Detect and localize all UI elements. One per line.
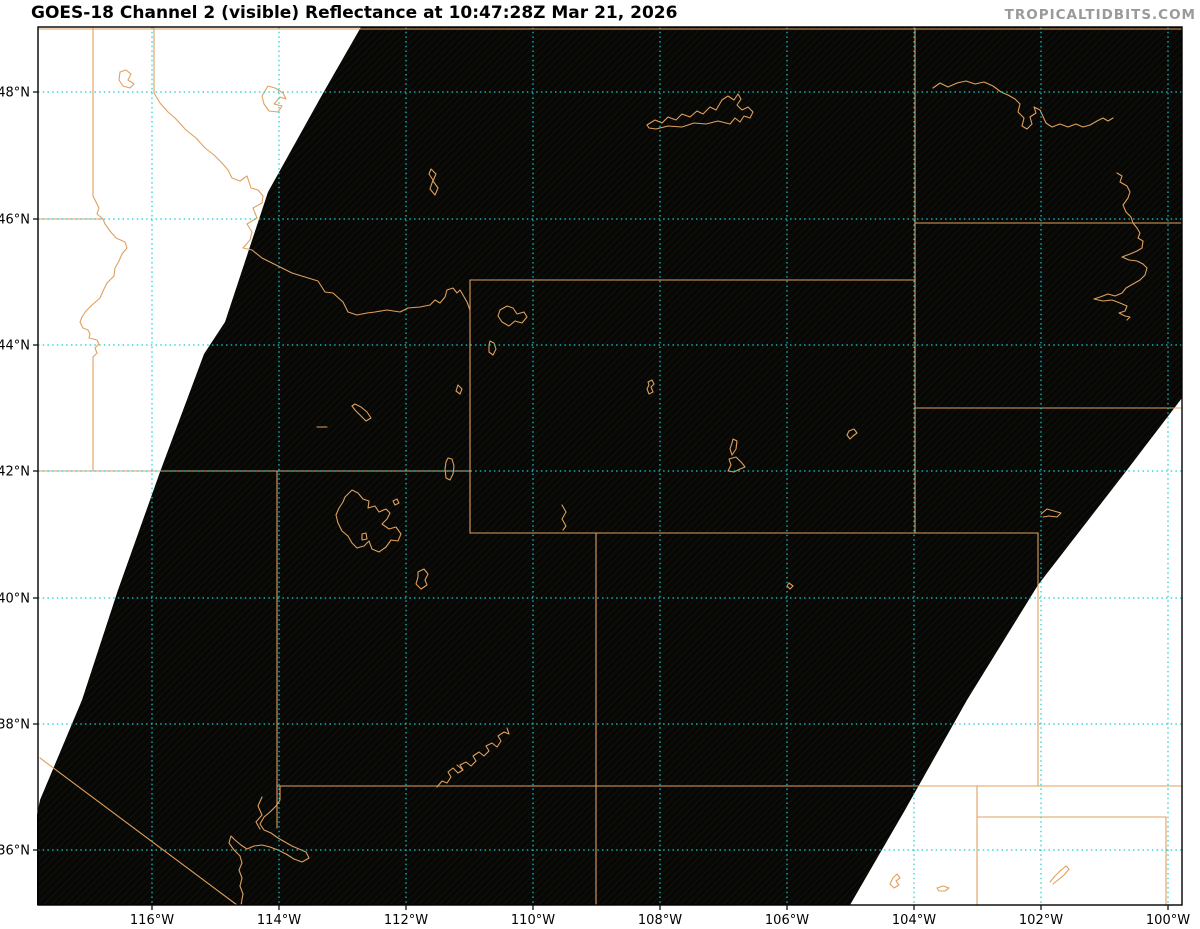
satellite-map-view: GOES-18 Channel 2 (visible) Reflectance …: [0, 0, 1200, 929]
x-tick-label: 100°W: [1146, 913, 1190, 928]
x-tick-label: 108°W: [638, 913, 682, 928]
water-sumner-lake-nm: [936, 885, 950, 892]
site-watermark: TROPICALTIDBITS.COM: [1004, 7, 1196, 23]
y-tick-label: 46°N: [0, 213, 30, 228]
x-tick-label: 114°W: [257, 913, 301, 928]
x-tick-label: 102°W: [1019, 913, 1063, 928]
map-canvas: 116°W 114°W 112°W 110°W 108°W 106°W 104°W 102°W…: [0, 26, 1190, 928]
water-flathead-lake: [261, 85, 287, 113]
night-swath: [37, 27, 1182, 905]
x-tick-label: 112°W: [384, 913, 428, 928]
x-tick-label: 104°W: [892, 913, 936, 928]
y-tick-label: 42°N: [0, 465, 30, 480]
y-tick-label: 36°N: [0, 844, 30, 859]
x-tick-label: 116°W: [130, 913, 174, 928]
y-tick-label: 38°N: [0, 718, 30, 733]
x-tick-label: 106°W: [765, 913, 809, 928]
night-imagery-region: [37, 27, 1182, 905]
y-tick-label: 48°N: [0, 86, 30, 101]
y-tick-label: 40°N: [0, 592, 30, 607]
y-tick-label: 44°N: [0, 339, 30, 354]
page-title: GOES-18 Channel 2 (visible) Reflectance …: [31, 3, 678, 23]
water-lake-meredith-tx: [1049, 865, 1070, 885]
water-santa-rosa-lake-nm: [889, 873, 901, 889]
water-lake-pend-oreille: [118, 69, 135, 89]
x-tick-label: 110°W: [511, 913, 555, 928]
border-or-id-snake-river: [79, 195, 128, 471]
